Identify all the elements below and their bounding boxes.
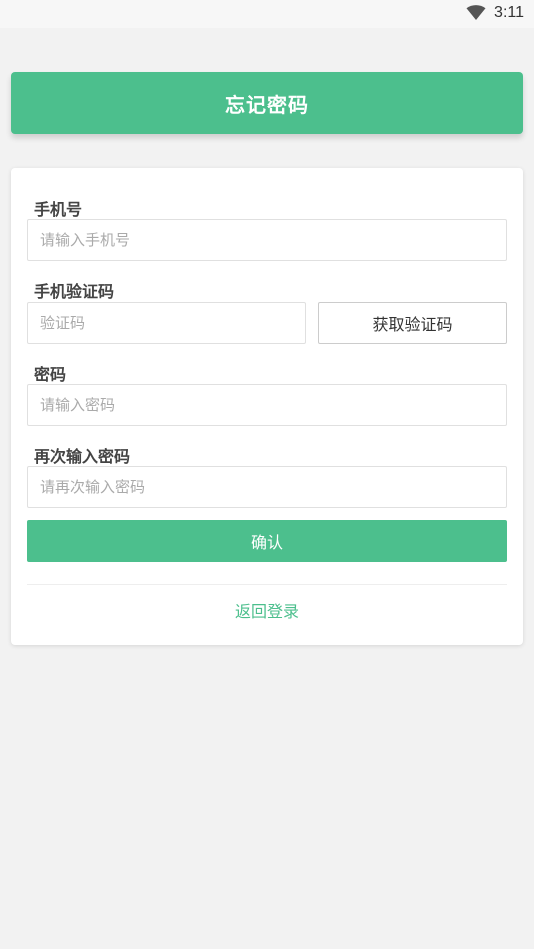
sms-code-input[interactable]	[27, 302, 306, 344]
password-label: 密码	[34, 365, 67, 384]
divider	[27, 584, 507, 585]
password-confirm-input[interactable]	[27, 466, 507, 508]
status-time: 3:11	[494, 4, 524, 21]
password-input[interactable]	[27, 384, 507, 426]
phone-input[interactable]	[27, 219, 507, 261]
sms-code-label: 手机验证码	[34, 282, 115, 301]
wifi-icon	[466, 5, 486, 20]
status-indicators: 3:11	[466, 4, 524, 22]
page-header: 忘记密码	[11, 72, 523, 134]
status-bar: 3:11	[0, 0, 534, 28]
get-sms-code-button[interactable]: 获取验证码	[318, 302, 507, 344]
password-confirm-label: 再次输入密码	[34, 447, 131, 466]
phone-label: 手机号	[34, 200, 83, 219]
back-to-login-link[interactable]: 返回登录	[11, 598, 523, 622]
forgot-password-card: 手机号 手机验证码 获取验证码 密码 再次输入密码 确认 返回登录	[11, 168, 523, 645]
confirm-button[interactable]: 确认	[27, 520, 507, 562]
page-title: 忘记密码	[225, 92, 309, 117]
